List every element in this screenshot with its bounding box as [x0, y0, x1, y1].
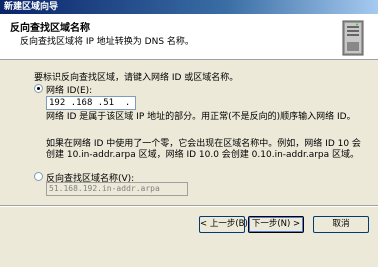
button-separator [0, 205, 378, 207]
ip-octet-1[interactable]: 192 [49, 97, 65, 109]
network-id-radio[interactable] [34, 84, 43, 93]
instruction-text: 要标识反向查找区域，请键入网络 ID 或区域名称。 [34, 73, 239, 83]
network-id-note: 网络 ID 是属于该区域 IP 地址的部分。用正常(不是反向的)顺序输入网络 I… [46, 112, 356, 122]
server-icon [342, 20, 364, 56]
window-title: 新建区域向导 [0, 0, 378, 14]
ip-octet-3[interactable]: .51 [98, 97, 114, 109]
zero-usage-note: 如果在网络 ID 中使用了一个零，它会出现在区域名称中。例如，网络 ID 10 … [46, 139, 361, 160]
next-button[interactable]: 下一步(N) > [248, 216, 304, 233]
zone-name-radio[interactable] [34, 172, 43, 181]
back-button[interactable]: < 上一步(B) [199, 216, 248, 233]
ip-octet-4[interactable]: . [125, 97, 130, 109]
new-zone-wizard-window: 新建区域向导 反向查找区域名称 反向查找区域将 IP 地址转换为 DNS 名称。… [0, 0, 378, 267]
wizard-header: 反向查找区域名称 反向查找区域将 IP 地址转换为 DNS 名称。 [0, 14, 378, 60]
network-id-field[interactable]: 192 .168 .51 . [46, 96, 136, 110]
cancel-button[interactable]: 取消 [313, 216, 369, 233]
page-title: 反向查找区域名称 [10, 23, 90, 34]
network-id-label[interactable]: 网络 ID(E): [46, 83, 92, 96]
page-subtitle: 反向查找区域将 IP 地址转换为 DNS 名称。 [20, 37, 194, 47]
zone-name-field[interactable]: 51.168.192.in-addr.arpa [46, 182, 188, 196]
ip-octet-2[interactable]: .168 [71, 97, 93, 109]
